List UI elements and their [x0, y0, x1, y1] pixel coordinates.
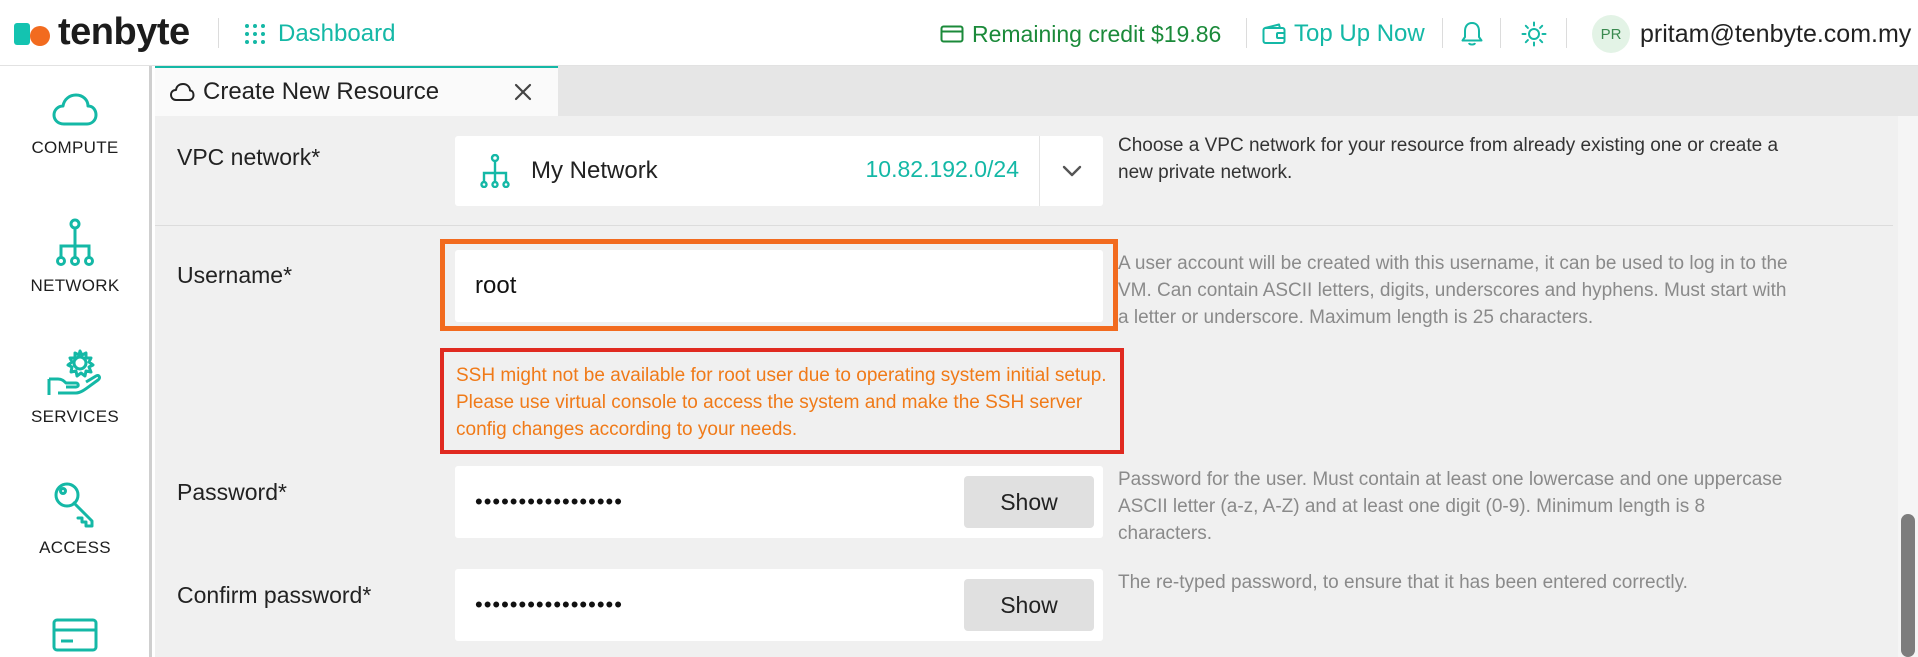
password-value: •••••••••••••••••	[475, 489, 623, 514]
sidebar-item-billing[interactable]	[0, 617, 150, 653]
top-up-button[interactable]: Top Up Now	[1262, 18, 1425, 50]
tab-title: Create New Resource	[203, 78, 440, 105]
confirm-password-label: Confirm password*	[177, 582, 372, 608]
header-divider	[1246, 18, 1247, 48]
sidebar-item-label: ACCESS	[39, 538, 111, 557]
tab-create-new-resource[interactable]: Create New Resource	[155, 66, 558, 116]
close-tab-button[interactable]	[514, 79, 540, 105]
sidebar-item-network[interactable]: NETWORK	[0, 218, 150, 296]
top-up-label: Top Up Now	[1294, 20, 1425, 47]
remaining-credit: Remaining credit $19.86	[940, 18, 1221, 50]
brand-logo-mark	[14, 17, 52, 47]
vpc-network-label: VPC network*	[177, 144, 321, 170]
theme-toggle-button[interactable]	[1518, 18, 1550, 50]
scrollbar-thumb[interactable]	[1901, 514, 1915, 657]
username-help: A user account will be created with this…	[1118, 253, 1788, 328]
brand-logo[interactable]: tenbyte	[14, 12, 190, 52]
header-divider	[1566, 18, 1567, 48]
user-email[interactable]: pritam@tenbyte.com.my	[1640, 18, 1911, 50]
chevron-down-icon	[1062, 165, 1081, 177]
sidebar-item-label: NETWORK	[30, 276, 120, 295]
confirm-password-value: •••••••••••••••••	[475, 592, 623, 617]
show-confirm-password-button[interactable]: Show	[964, 579, 1094, 631]
close-icon	[514, 83, 532, 101]
confirm-password-help: The re-typed password, to ensure that it…	[1118, 572, 1688, 593]
sidebar-item-label: COMPUTE	[31, 138, 119, 157]
sidebar-item-label: SERVICES	[30, 407, 120, 426]
username-highlight-box	[440, 239, 1118, 331]
vpc-dropdown-toggle[interactable]	[1039, 136, 1103, 206]
key-icon	[54, 482, 94, 528]
vpc-network-cidr: 10.82.192.0/24	[865, 156, 1019, 182]
password-input[interactable]: ••••••••••••••••• Show	[455, 466, 1103, 538]
cloud-icon	[170, 83, 195, 101]
cloud-icon	[52, 93, 98, 126]
wallet-icon	[1262, 23, 1286, 44]
scrollbar[interactable]	[1898, 116, 1918, 657]
billing-card-icon	[52, 618, 98, 652]
top-header: tenbyte Dashboard Remaining credit $19.8…	[0, 0, 1918, 66]
brand-name: tenbyte	[58, 11, 190, 53]
tab-bar: Create New Resource	[155, 66, 1918, 116]
sidebar-item-access[interactable]: ACCESS	[0, 480, 150, 558]
header-divider	[1500, 18, 1501, 48]
sidebar: COMPUTE NETWORK SERVICES ACCESS	[0, 66, 152, 657]
resource-form: VPC network* My Network 10.82.192.0/24 C…	[155, 116, 1918, 657]
section-divider	[155, 225, 1893, 226]
avatar[interactable]: PR	[1592, 15, 1630, 53]
dashboard-link[interactable]: Dashboard	[244, 18, 395, 50]
services-icon	[47, 349, 101, 395]
sidebar-item-services[interactable]: SERVICES	[0, 349, 150, 427]
password-label: Password*	[177, 479, 287, 505]
vpc-network-help: Choose a VPC network for your resource f…	[1118, 135, 1779, 183]
network-icon	[480, 154, 510, 188]
header-divider	[218, 18, 219, 48]
sidebar-item-compute[interactable]: COMPUTE	[0, 92, 150, 158]
confirm-password-input[interactable]: ••••••••••••••••• Show	[455, 569, 1103, 641]
show-password-button[interactable]: Show	[964, 476, 1094, 528]
root-ssh-warning: SSH might not be available for root user…	[440, 348, 1124, 454]
wallet-card-icon	[940, 25, 964, 43]
sun-icon	[1521, 21, 1547, 47]
main-panel: Create New Resource VPC network* My Netw…	[155, 66, 1918, 657]
notifications-button[interactable]	[1456, 18, 1488, 50]
grid-icon	[245, 24, 265, 44]
network-icon	[56, 218, 94, 266]
vpc-network-select[interactable]: My Network 10.82.192.0/24	[455, 136, 1103, 206]
header-divider	[1442, 18, 1443, 48]
password-help: Password for the user. Must contain at l…	[1118, 469, 1783, 544]
dashboard-label: Dashboard	[278, 20, 396, 47]
vpc-network-name: My Network	[531, 157, 658, 184]
username-label: Username*	[177, 262, 293, 288]
bell-icon	[1461, 22, 1483, 46]
credit-label: Remaining credit $19.86	[972, 20, 1222, 47]
